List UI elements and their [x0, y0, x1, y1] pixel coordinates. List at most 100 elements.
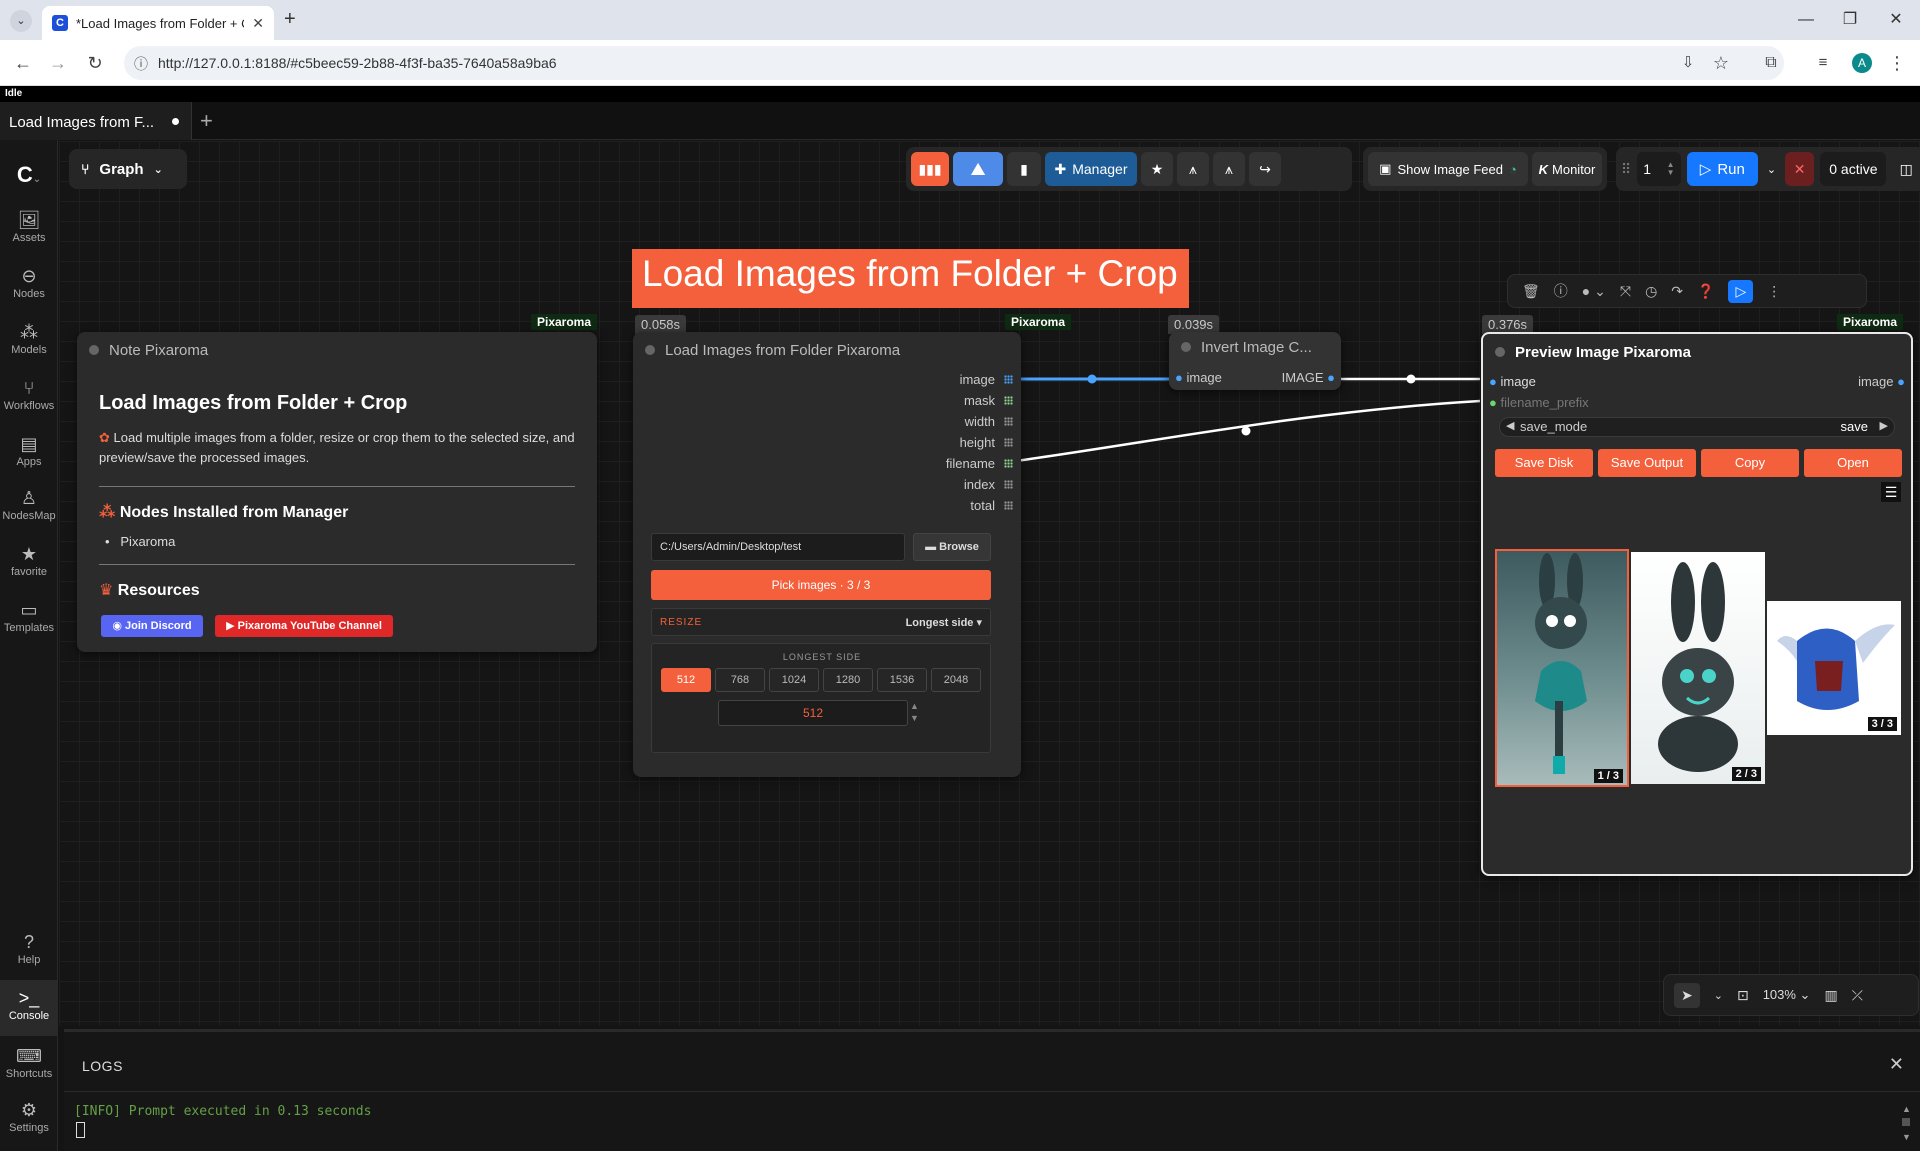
forward-icon[interactable]: → — [45, 50, 71, 76]
preview-node-header[interactable]: Preview Image Pixaroma — [1483, 334, 1911, 370]
copy-button[interactable]: Copy — [1701, 449, 1799, 477]
output-grid-icon[interactable] — [1004, 459, 1013, 468]
size-value-input[interactable]: 512 — [718, 700, 908, 726]
output-grid-icon[interactable] — [1004, 396, 1013, 405]
collapse-dot-icon[interactable] — [645, 345, 655, 355]
comfy-logo-icon[interactable]: C⌄ — [0, 162, 58, 188]
sidebar-item-apps[interactable]: ▤ Apps — [0, 432, 58, 468]
output-mask[interactable]: mask — [964, 393, 995, 408]
browse-button[interactable]: ▬ Browse — [913, 533, 991, 561]
preview-input-filename[interactable]: ● filename_prefix — [1489, 395, 1589, 410]
tab-list-chevron-icon[interactable]: ⌄ — [10, 10, 32, 32]
info-icon[interactable]: ⓘ — [1554, 281, 1568, 301]
output-index[interactable]: index — [964, 477, 995, 492]
collapse-dot-icon[interactable] — [1495, 347, 1505, 357]
more-options-icon[interactable]: ⋮ — [1767, 283, 1781, 300]
restore-icon[interactable]: ❐ — [1830, 6, 1870, 34]
invert-input-slot[interactable]: ● image — [1175, 370, 1222, 385]
bypass-icon[interactable]: ⤧ — [1620, 283, 1631, 300]
site-info-icon[interactable]: ⓘ — [134, 54, 148, 74]
output-image[interactable]: image — [960, 372, 995, 387]
graph-canvas[interactable]: ⑂ Graph ⌄ ▮▮▮ ⛰ ▮ ✚ Manager ★ ⩚ ⩚ ↪ ▣ Show… — [59, 141, 1920, 1026]
url-field[interactable]: ⓘ http://127.0.0.1:8188/#c5beec59-2b88-4… — [124, 46, 1784, 80]
load-images-node[interactable]: Load Images from Folder Pixaroma image m… — [633, 332, 1021, 777]
sidebar-item-models[interactable]: ⁂ Models — [0, 320, 58, 356]
new-tab-icon[interactable]: + — [284, 8, 296, 31]
profile-avatar[interactable]: A — [1852, 53, 1872, 73]
save-disk-button[interactable]: Save Disk — [1495, 449, 1593, 477]
install-app-icon[interactable]: ⇩ — [1675, 50, 1701, 76]
new-workflow-icon[interactable]: + — [200, 108, 213, 134]
output-grid-icon[interactable] — [1004, 480, 1013, 489]
help-badge-icon[interactable]: ❓ — [1697, 283, 1714, 300]
sidebar-item-templates[interactable]: ▭ Templates — [0, 598, 58, 634]
output-grid-icon[interactable] — [1004, 375, 1013, 384]
preview-input-image[interactable]: ● image — [1489, 374, 1536, 389]
thumbnail-2[interactable]: 2 / 3 — [1631, 552, 1765, 784]
output-grid-icon[interactable] — [1004, 438, 1013, 447]
reload-icon[interactable]: ↻ — [82, 50, 108, 76]
preview-output-image[interactable]: image ● — [1858, 374, 1905, 389]
size-button-1280[interactable]: 1280 — [823, 668, 873, 692]
select-tool-button[interactable]: ➤ — [1674, 982, 1700, 1008]
open-button[interactable]: Open — [1804, 449, 1902, 477]
note-node-header[interactable]: Note Pixaroma — [77, 332, 597, 368]
output-filename[interactable]: filename — [946, 456, 995, 471]
logs-scrollbar[interactable]: ▲ ▼ — [1902, 1102, 1914, 1142]
save-output-button[interactable]: Save Output — [1598, 449, 1696, 477]
preview-image-node[interactable]: Preview Image Pixaroma ● image image ● ●… — [1481, 332, 1913, 876]
close-window-icon[interactable]: ✕ — [1876, 6, 1916, 34]
terminal-cursor[interactable] — [76, 1122, 85, 1138]
combo-right-arrow-icon[interactable]: ▶ — [1880, 419, 1888, 432]
output-grid-icon[interactable] — [1004, 417, 1013, 426]
extensions-icon[interactable]: ⧉ — [1758, 50, 1784, 76]
size-button-2048[interactable]: 2048 — [931, 668, 981, 692]
sidebar-item-shortcuts[interactable]: ⌨ Shortcuts — [0, 1044, 58, 1080]
media-control-icon[interactable]: ≡ — [1810, 50, 1836, 76]
execute-selected-button[interactable]: ▷ — [1728, 279, 1754, 303]
invert-image-node[interactable]: Invert Image C... ● image IMAGE ● — [1169, 332, 1341, 390]
fit-view-icon[interactable]: ⊡ — [1737, 987, 1749, 1004]
thumbnail-3[interactable]: 3 / 3 — [1767, 601, 1901, 735]
color-picker-icon[interactable]: ● ⌄ — [1582, 283, 1606, 300]
size-button-512[interactable]: 512 — [661, 668, 711, 692]
output-grid-icon[interactable] — [1004, 501, 1013, 510]
size-button-768[interactable]: 768 — [715, 668, 765, 692]
sidebar-item-console[interactable]: >_ Console — [0, 980, 58, 1036]
youtube-channel-button[interactable]: ▶ Pixaroma YouTube Channel — [215, 615, 393, 637]
load-node-header[interactable]: Load Images from Folder Pixaroma — [633, 332, 1021, 368]
zoom-level[interactable]: 103% ⌄ — [1763, 987, 1811, 1003]
size-button-1024[interactable]: 1024 — [769, 668, 819, 692]
output-height[interactable]: height — [960, 435, 995, 450]
resize-mode-select[interactable]: Longest side ▾ — [906, 616, 982, 629]
hamburger-menu-icon[interactable]: ☰ — [1881, 482, 1901, 502]
sidebar-item-settings[interactable]: ⚙ Settings — [0, 1098, 58, 1134]
redo-icon[interactable]: ↷ — [1671, 283, 1683, 300]
hide-links-icon[interactable]: ⤫ — [1852, 987, 1863, 1004]
size-button-1536[interactable]: 1536 — [877, 668, 927, 692]
close-logs-icon[interactable]: ✕ — [1889, 1054, 1904, 1075]
workflow-tab[interactable]: Load Images from F... — [0, 102, 192, 140]
size-stepper-icon[interactable]: ▲ ▼ — [910, 700, 919, 724]
pick-images-button[interactable]: Pick images · 3 / 3 — [651, 570, 991, 600]
minimap-icon[interactable]: ▥ — [1824, 987, 1837, 1004]
delete-icon[interactable]: 🗑 — [1522, 283, 1540, 300]
history-icon[interactable]: ◷ — [1645, 283, 1657, 300]
browser-menu-icon[interactable]: ⋮ — [1884, 50, 1910, 76]
folder-path-input[interactable]: C:/Users/Admin/Desktop/test — [651, 533, 905, 561]
minimize-icon[interactable]: — — [1786, 6, 1826, 34]
browser-tab[interactable]: C *Load Images from Folder + Cr ✕ — [42, 6, 274, 40]
join-discord-button[interactable]: ◉ Join Discord — [101, 615, 203, 637]
close-tab-icon[interactable]: ✕ — [252, 15, 264, 32]
save-mode-combo[interactable]: ◀ save_mode save ▶ — [1499, 417, 1895, 437]
tool-chevron-icon[interactable]: ⌄ — [1714, 989, 1723, 1002]
back-icon[interactable]: ← — [10, 50, 36, 76]
output-width[interactable]: width — [965, 414, 995, 429]
sidebar-item-help[interactable]: ? Help — [0, 930, 58, 966]
sidebar-item-nodesmap[interactable]: ♙ NodesMap — [0, 486, 58, 522]
sidebar-item-nodes[interactable]: ⊖ Nodes — [0, 264, 58, 300]
bookmark-star-icon[interactable]: ☆ — [1708, 50, 1734, 76]
sidebar-item-favorite[interactable]: ★ favorite — [0, 542, 58, 578]
combo-left-arrow-icon[interactable]: ◀ — [1506, 419, 1514, 432]
note-node[interactable]: Note Pixaroma Load Images from Folder + … — [77, 332, 597, 652]
